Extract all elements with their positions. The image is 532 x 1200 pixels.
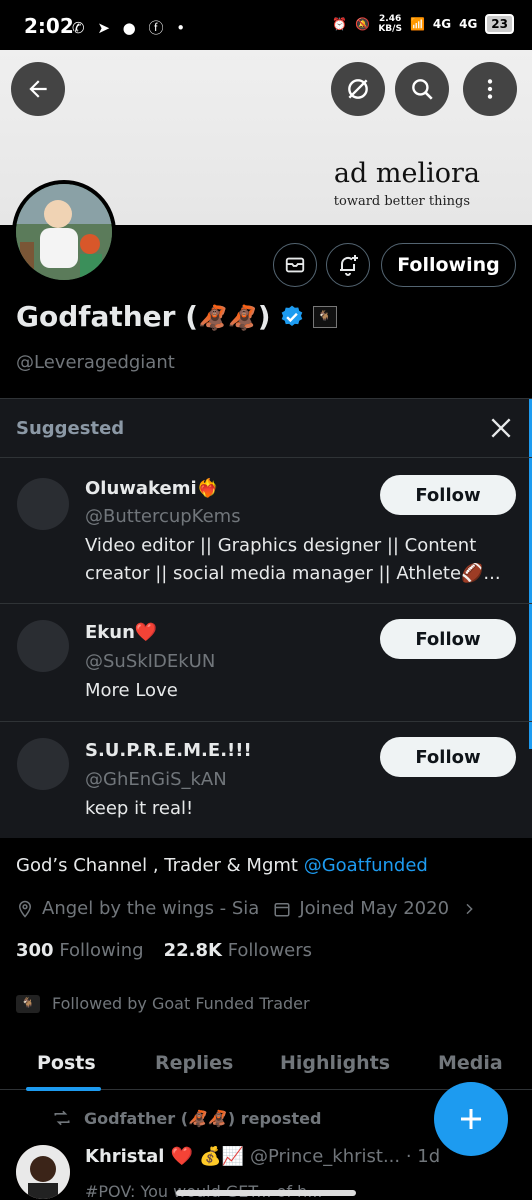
post-time: · 1d	[405, 1146, 441, 1167]
suggested-handle: @ButtercupKems	[85, 506, 241, 527]
tab-highlights[interactable]: Highlights	[280, 1052, 390, 1074]
repost-icon	[54, 1110, 70, 1126]
wifi-icon: 📶	[409, 17, 425, 31]
tab-media[interactable]: Media	[438, 1052, 503, 1074]
follow-button[interactable]: Follow	[380, 619, 516, 659]
repost-indicator[interactable]: Godfather (🦧🦧) reposted	[52, 1108, 321, 1128]
plus-icon	[461, 1109, 481, 1129]
banner-title: ad meliora	[333, 158, 480, 189]
follow-button[interactable]: Follow	[380, 475, 516, 515]
grok-button[interactable]	[331, 62, 385, 116]
banner-subtitle: toward better things	[333, 194, 470, 209]
compose-post-button[interactable]	[434, 1082, 508, 1156]
suggested-title: Suggested	[16, 418, 125, 439]
goat-logo-icon: 🐐	[16, 994, 40, 1013]
suggested-name: S.U.P.R.E.M.E.!!!	[85, 740, 252, 761]
suggested-user-card[interactable]: S.U.P.R.E.M.E.!!! @GhEnGiS_kAN keep it r…	[0, 721, 532, 839]
home-indicator[interactable]	[176, 1190, 356, 1196]
active-tab-indicator	[26, 1087, 101, 1091]
alarm-icon: ⏰	[332, 17, 348, 31]
post-avatar-image	[16, 1145, 70, 1199]
follow-button[interactable]: Follow	[380, 737, 516, 777]
status-bar: 2:02 ✆ ➤ ● ⓕ • ⏰ 🔕 2.46 KB/S 📶 4G 4G 23	[0, 0, 532, 50]
followers-stat[interactable]: 22.8K Followers	[164, 940, 312, 961]
battery-icon: 23	[485, 14, 514, 34]
mute-icon: 🔕	[355, 17, 371, 31]
signal-4g-1: 4G	[432, 17, 452, 31]
chevron-right-icon[interactable]	[461, 901, 477, 917]
search-button[interactable]	[395, 62, 449, 116]
notifications-button[interactable]	[326, 243, 370, 287]
suggested-handle: @GhEnGiS_kAN	[85, 769, 227, 790]
profile-tabs: Posts Replies Highlights Media	[0, 1038, 532, 1091]
post-header: Khristal ❤️ 💰📈 @Prince_khrist... · 1d	[85, 1146, 440, 1167]
suggested-avatar[interactable]	[17, 478, 69, 530]
profile-stats: 300 Following 22.8K Followers	[16, 940, 312, 961]
profile-meta: Angel by the wings - Sia Joined May 2020	[16, 898, 477, 919]
envelope-icon	[285, 257, 305, 273]
back-button[interactable]	[11, 62, 65, 116]
suggested-user-card[interactable]: Ekun❤️ @SuSkIDEkUN More Love Follow	[0, 603, 532, 721]
location-icon	[18, 900, 32, 918]
tab-posts[interactable]: Posts	[37, 1052, 96, 1074]
profile-handle: @Leveragedgiant	[16, 352, 175, 373]
affiliate-badge-icon[interactable]: 🐐	[312, 305, 337, 328]
suggested-name: Ekun❤️	[85, 622, 158, 643]
profile-bio: God’s Channel , Trader & Mgmt @Goatfunde…	[16, 855, 428, 876]
suggested-bio: Video editor || Graphics designer || Con…	[85, 535, 501, 584]
notification-icons: ✆ ➤ ● ⓕ •	[72, 19, 190, 37]
post-author-name[interactable]: Khristal ❤️ 💰📈	[85, 1146, 244, 1167]
following-stat[interactable]: 300 Following	[16, 940, 144, 961]
suggested-name: Oluwakemi❤️‍🔥	[85, 478, 220, 499]
net-speed: 2.46 KB/S	[378, 14, 402, 34]
signal-4g-2: 4G	[459, 17, 478, 31]
bell-plus-icon	[340, 255, 358, 276]
avatar-image	[16, 184, 112, 280]
suggested-avatar[interactable]	[17, 738, 69, 790]
grok-icon	[348, 79, 368, 99]
bio-mention-link[interactable]: @Goatfunded	[304, 855, 428, 876]
post-author-handle[interactable]: @Prince_khrist...	[250, 1146, 400, 1167]
verified-badge-icon[interactable]	[279, 304, 305, 330]
profile-joined: Joined May 2020	[299, 898, 450, 919]
profile-name-row: Godfather (🦧🦧) 🐐	[16, 300, 337, 333]
search-icon	[412, 79, 433, 100]
tab-replies[interactable]: Replies	[155, 1052, 233, 1074]
arrow-left-icon	[29, 80, 47, 98]
suggested-user-card[interactable]: Oluwakemi❤️‍🔥 @ButtercupKems Video edito…	[0, 457, 532, 603]
followed-by[interactable]: 🐐 Followed by Goat Funded Trader	[16, 994, 310, 1013]
post-author-avatar[interactable]	[16, 1145, 70, 1199]
suggested-panel: Suggested Oluwakemi❤️‍🔥 @ButtercupKems V…	[0, 398, 532, 838]
display-name: Godfather (🦧🦧)	[16, 300, 271, 333]
profile-avatar[interactable]	[12, 180, 116, 284]
message-button[interactable]	[273, 243, 317, 287]
status-time: 2:02	[24, 14, 74, 38]
more-vertical-icon	[487, 79, 493, 99]
status-right: ⏰ 🔕 2.46 KB/S 📶 4G 4G 23	[332, 14, 514, 34]
suggested-handle: @SuSkIDEkUN	[85, 651, 216, 672]
calendar-icon	[274, 902, 290, 916]
suggested-bio: More Love	[85, 680, 178, 701]
suggested-bio: keep it real!	[85, 798, 194, 819]
suggested-avatar[interactable]	[17, 620, 69, 672]
close-icon[interactable]	[488, 415, 514, 441]
following-button[interactable]: Following	[381, 243, 516, 287]
more-options-button[interactable]	[463, 62, 517, 116]
profile-location: Angel by the wings - Sia	[42, 898, 260, 919]
